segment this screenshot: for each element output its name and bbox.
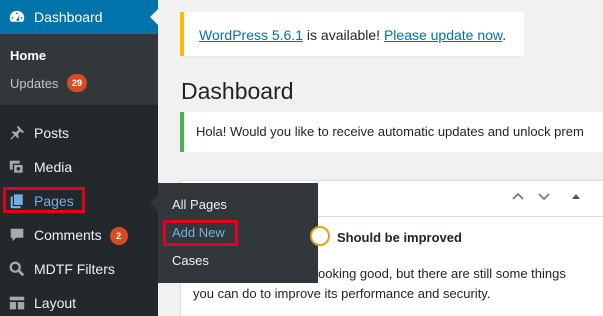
move-down-icon[interactable]	[537, 189, 551, 203]
menu-dashboard-label: Dashboard	[34, 9, 103, 25]
add-new-highlight-box	[163, 220, 238, 246]
update-notice-end: .	[502, 27, 507, 43]
pages-flyout-arrow	[150, 195, 158, 211]
media-icon	[8, 158, 26, 176]
comment-icon	[8, 226, 26, 244]
comments-count-badge: 2	[109, 227, 128, 246]
move-up-icon[interactable]	[511, 189, 525, 203]
search-icon	[8, 260, 26, 278]
updates-count-badge: 29	[67, 74, 88, 92]
menu-comments-text: Comments	[34, 227, 102, 243]
menu-comments-label: Comments 2	[34, 227, 128, 246]
admin-sidebar: Dashboard Home Updates 29 Posts Media Pa…	[0, 0, 158, 316]
health-text-line1: ooking good, but there are still some th…	[318, 266, 566, 281]
submenu-updates[interactable]: Updates 29	[10, 74, 88, 92]
pin-icon	[8, 124, 26, 142]
toggle-panel-icon[interactable]	[569, 189, 583, 203]
health-status-circle	[310, 226, 330, 246]
update-notice: WordPress 5.6.1 is available! Please upd…	[180, 12, 524, 56]
info-notice-text: Hola! Would you like to receive automati…	[196, 124, 584, 139]
health-text-line2: you can do to improve its performance an…	[193, 286, 491, 301]
menu-mdtf-label: MDTF Filters	[34, 261, 115, 277]
menu-media[interactable]: Media	[0, 150, 158, 184]
update-notice-middle: is available!	[303, 27, 384, 43]
pages-highlight-box	[3, 187, 85, 213]
menu-posts[interactable]: Posts	[0, 116, 158, 150]
version-link[interactable]: WordPress 5.6.1	[199, 27, 303, 43]
health-status-label: Should be improved	[337, 230, 462, 245]
submenu-updates-label: Updates	[10, 76, 59, 91]
layout-icon	[8, 294, 26, 312]
dashboard-submenu: Home Updates 29	[0, 34, 158, 105]
page-title: Dashboard	[181, 78, 294, 104]
current-menu-arrow	[150, 9, 158, 25]
flyout-all-pages[interactable]: All Pages	[172, 197, 227, 212]
info-notice: Hola! Would you like to receive automati…	[180, 112, 603, 152]
menu-layout[interactable]: Layout	[0, 286, 158, 316]
update-now-link[interactable]: Please update now	[384, 27, 502, 43]
dashboard-icon	[8, 8, 26, 26]
menu-dashboard[interactable]: Dashboard	[0, 0, 158, 34]
submenu-home[interactable]: Home	[10, 48, 46, 63]
update-notice-text: WordPress 5.6.1 is available! Please upd…	[199, 27, 506, 43]
flyout-cases[interactable]: Cases	[172, 253, 209, 268]
menu-posts-label: Posts	[34, 125, 70, 141]
menu-comments[interactable]: Comments 2	[0, 218, 158, 252]
menu-layout-label: Layout	[34, 295, 77, 311]
menu-mdtf-filters[interactable]: MDTF Filters	[0, 252, 158, 286]
menu-media-label: Media	[34, 159, 73, 175]
